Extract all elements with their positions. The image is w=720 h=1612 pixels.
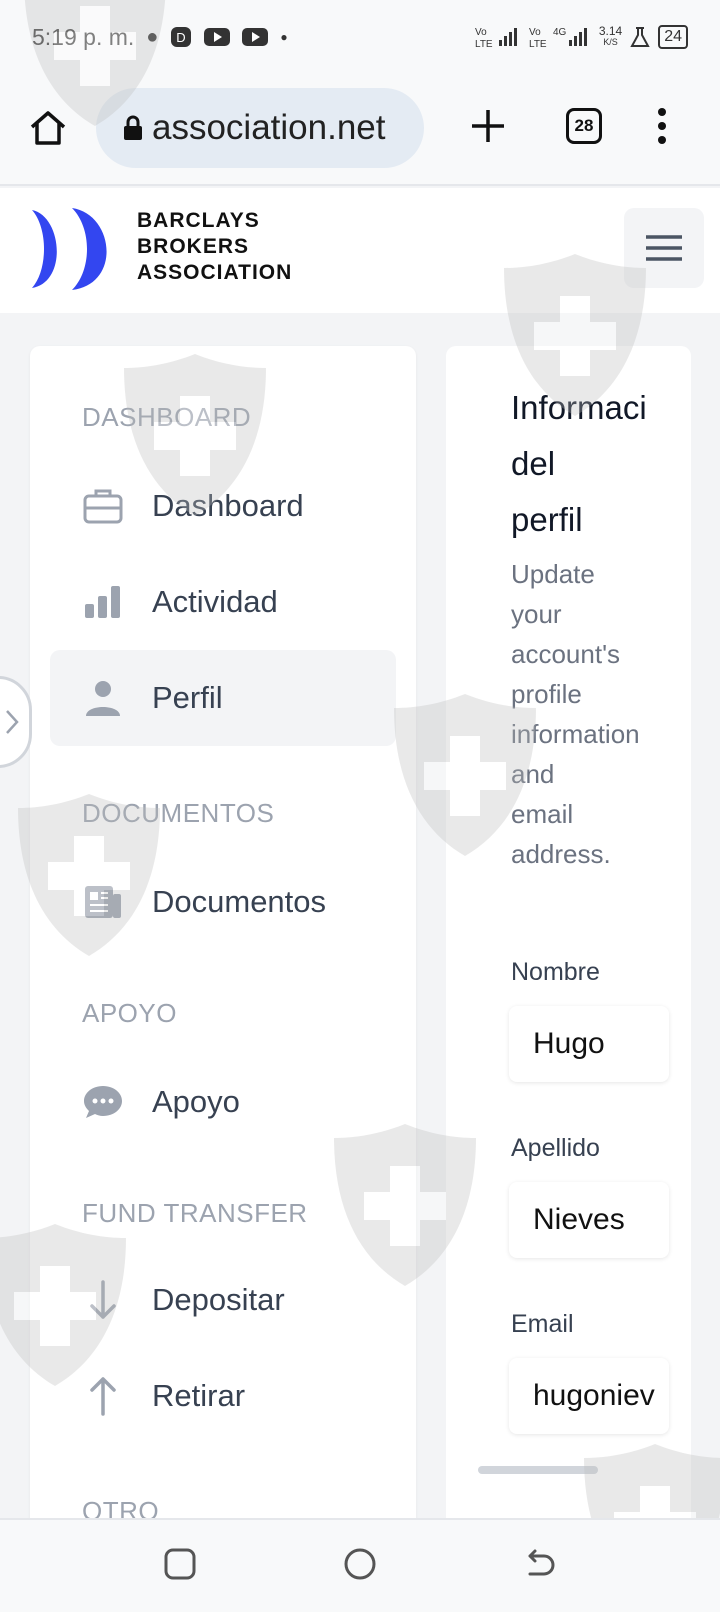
desc-line: your xyxy=(511,599,562,629)
home-icon[interactable] xyxy=(28,108,68,148)
lock-icon xyxy=(124,115,142,140)
user-icon xyxy=(82,677,124,719)
svg-text:LTE: LTE xyxy=(529,39,547,50)
status-bar: 5:19 p. m. ● D ● Vo LTE Vo LTE 4G 3.14 K/S … xyxy=(0,0,720,74)
signal-volte-4g-icon: VoLTE 4G xyxy=(529,27,587,50)
more-notifications-dot-icon: ● xyxy=(280,30,288,44)
section-label-documents: DOCUMENTOS xyxy=(82,798,275,828)
status-right: Vo LTE Vo LTE 4G 3.14 K/S 24 xyxy=(475,24,688,50)
svg-text:4G: 4G xyxy=(553,27,567,38)
brand-logo-icon[interactable] xyxy=(30,206,120,292)
hamburger-icon xyxy=(646,235,682,261)
sidebar-item-label: Documentos xyxy=(152,884,327,919)
sidebar-item-dashboard[interactable]: Dashboard xyxy=(50,458,396,554)
profile-title: Informaci del perfil xyxy=(511,380,691,548)
desc-line: profile xyxy=(511,679,582,709)
logo-line-1: BARCLAYS xyxy=(137,209,260,232)
sidebar-item-apoyo[interactable]: Apoyo xyxy=(50,1054,396,1150)
hamburger-menu-button[interactable] xyxy=(624,208,704,288)
first-name-field[interactable]: Hugo xyxy=(509,1006,669,1082)
svg-text:Vo: Vo xyxy=(529,27,541,38)
sidebar-item-retirar[interactable]: Retirar xyxy=(50,1348,396,1444)
signal-volte-icon: VoLTE xyxy=(475,27,517,50)
last-name-label: Apellido xyxy=(511,1134,600,1162)
sidebar-item-label: Depositar xyxy=(152,1282,285,1317)
logo-line-3: ASSOCIATION xyxy=(137,261,293,284)
profile-title-line-2: del xyxy=(511,445,556,482)
arrow-up-icon xyxy=(82,1375,124,1417)
url-bar[interactable]: association.net xyxy=(96,88,424,168)
desc-line: address. xyxy=(511,839,611,869)
back-icon[interactable] xyxy=(520,1544,560,1584)
sidebar-item-label: Actividad xyxy=(152,584,278,619)
home-circle-icon[interactable] xyxy=(340,1544,380,1584)
status-time: 5:19 p. m. xyxy=(32,23,135,50)
email-field[interactable]: hugoniev xyxy=(509,1358,669,1434)
battery-indicator: 24 xyxy=(658,25,688,49)
profile-title-line-1: Informaci xyxy=(511,389,647,426)
section-label-support: APOYO xyxy=(82,998,177,1028)
brand-logo-text[interactable]: BARCLAYS BROKERS ASSOCIATION xyxy=(137,208,292,286)
last-name-field[interactable]: Nieves xyxy=(509,1182,669,1258)
sidebar-item-actividad[interactable]: Actividad xyxy=(50,554,396,650)
bar-chart-icon xyxy=(82,581,124,623)
desc-line: information xyxy=(511,719,640,749)
profile-info-card: Informaci del perfil Update your account… xyxy=(446,346,691,1612)
email-label: Email xyxy=(511,1310,574,1338)
newspaper-icon xyxy=(82,881,124,923)
logo-line-2: BROKERS xyxy=(137,235,250,258)
sidebar-item-label: Retirar xyxy=(152,1378,246,1413)
youtube-notification-icon xyxy=(204,28,231,46)
svg-text:Vo: Vo xyxy=(475,27,487,38)
sidebar-nav: DASHBOARD Dashboard Actividad Perfil DOC… xyxy=(30,346,416,1612)
first-name-label: Nombre xyxy=(511,958,600,986)
desc-line: email xyxy=(511,799,574,829)
sidebar-item-label: Dashboard xyxy=(152,488,304,523)
network-speed: 3.14 K/S xyxy=(598,24,623,48)
tab-switcher-button[interactable]: 28 xyxy=(566,108,602,144)
sidebar-item-label: Apoyo xyxy=(152,1084,240,1119)
svg-text:LTE: LTE xyxy=(475,39,493,50)
profile-description: Update your account's profile informatio… xyxy=(511,554,681,874)
svg-text:D: D xyxy=(177,30,186,45)
desc-line: account's xyxy=(511,639,621,669)
browser-toolbar: association.net 28 xyxy=(0,74,720,186)
edge-panel-handle[interactable] xyxy=(0,676,32,768)
recent-apps-icon[interactable] xyxy=(160,1544,200,1584)
section-label-fund-transfer: FUND TRANSFER xyxy=(82,1198,308,1228)
system-navigation-bar xyxy=(0,1518,720,1612)
desc-line: Update xyxy=(511,559,595,589)
url-text: association.net xyxy=(152,108,386,147)
sidebar-item-documentos[interactable]: Documentos xyxy=(50,854,396,950)
new-tab-plus-icon[interactable] xyxy=(468,106,508,146)
lab-flask-icon xyxy=(630,27,650,47)
network-speed-unit: K/S xyxy=(603,37,618,47)
briefcase-icon xyxy=(82,485,124,527)
browser-menu-icon[interactable] xyxy=(652,106,672,146)
youtube-notification-icon-2 xyxy=(242,28,269,46)
horizontal-scrollbar[interactable] xyxy=(478,1466,598,1474)
app-notification-icon: D xyxy=(171,27,192,47)
section-label-dashboard: DASHBOARD xyxy=(82,402,252,432)
sidebar-item-label: Perfil xyxy=(152,680,223,715)
chat-bubble-icon xyxy=(82,1081,124,1123)
profile-title-line-3: perfil xyxy=(511,501,583,538)
sidebar-item-perfil[interactable]: Perfil xyxy=(50,650,396,746)
chat-notification-icon: ● xyxy=(146,25,159,48)
arrow-down-icon xyxy=(82,1279,124,1321)
desc-line: and xyxy=(511,759,555,789)
network-speed-value: 3.14 xyxy=(598,24,623,38)
chevron-right-icon xyxy=(6,710,19,734)
sidebar-item-depositar[interactable]: Depositar xyxy=(50,1252,396,1348)
status-left: 5:19 p. m. ● D ● xyxy=(32,24,288,51)
site-header: BARCLAYS BROKERS ASSOCIATION xyxy=(0,188,720,313)
